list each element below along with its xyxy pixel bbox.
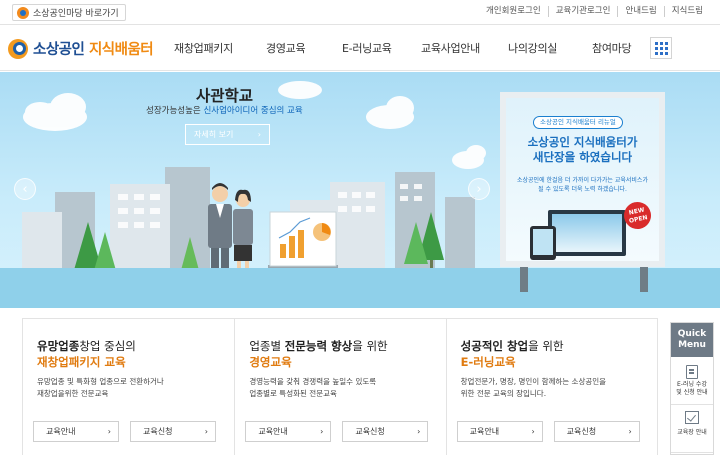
header: 소상공인 지식배움터 재창업패키지 경영교육 E-러닝교육 교육사업안내 나의강…	[0, 25, 720, 71]
chevron-right-icon: ›	[476, 181, 482, 197]
hero-detail-button[interactable]: 자세히 보기 ›	[185, 124, 270, 145]
elearning-apply-button[interactable]: 교육신청 ›	[553, 421, 640, 442]
hero-prev-button[interactable]: ‹	[14, 178, 36, 200]
sbiz-logo-icon	[17, 6, 29, 19]
guide-link[interactable]: 안내드림	[617, 6, 663, 17]
card-title: 성공적인 창업을 위한	[460, 339, 564, 353]
renewal-description: 소상공인에 한걸음 더 가까이 다가가는 교육서비스가 될 수 있도록 더욱 노…	[517, 177, 648, 193]
hero-banner: 사관학교 성장가능성높은 신사업아이디어 중심의 교육 자세히 보기 › ‹ ›…	[0, 72, 720, 308]
sbiz-mall-link[interactable]: 소상공인마당 바로가기	[12, 4, 126, 21]
restart-apply-button[interactable]: 교육신청 ›	[130, 421, 216, 442]
course-card-elearning: 성공적인 창업을 위한 E-러닝교육 창업전문가, 명장, 명인이 함께하는 소…	[445, 319, 657, 455]
mall-link-label: 소상공인마당 바로가기	[33, 9, 119, 19]
quick-menu: Quick Menu E-러닝 수강 및 신청 안내 교육장 안내	[670, 322, 714, 455]
management-info-button[interactable]: 교육안내 ›	[245, 421, 332, 442]
quick-elearning-guide[interactable]: E-러닝 수강 및 신청 안내	[671, 357, 713, 405]
chevron-right-icon: ›	[531, 427, 535, 436]
management-apply-button[interactable]: 교육신청 ›	[342, 421, 429, 442]
nav-item-restart-package[interactable]: 재창업패키지	[174, 40, 233, 56]
institution-login-link[interactable]: 교육기관로그인	[547, 6, 618, 17]
restart-info-button[interactable]: 교육안내 ›	[33, 421, 119, 442]
renewal-tag: 소상공인 지식배움터 리뉴얼	[533, 116, 623, 129]
logo-mark-icon	[8, 38, 28, 59]
chevron-right-icon: ›	[257, 130, 261, 139]
card-description: 창업전문가, 명장, 명인이 함께하는 소상공인을 위한 전문 교육의 장입니다…	[460, 377, 607, 398]
card-title: 유망업종창업 중심의	[37, 339, 136, 353]
chevron-right-icon: ›	[107, 427, 111, 436]
course-card-restart: 유망업종창업 중심의 재창업패키지 교육 유망업종 및 특화형 업종으로 전환하…	[23, 319, 234, 455]
chevron-right-icon: ›	[204, 427, 208, 436]
quick-venue-guide[interactable]: 교육장 안내	[671, 405, 713, 453]
chevron-left-icon: ‹	[22, 181, 28, 197]
new-open-badge: NEW OPEN	[621, 199, 654, 232]
all-menu-grid-icon[interactable]	[650, 37, 672, 59]
chevron-right-icon: ›	[320, 427, 324, 436]
hero-ground	[0, 268, 720, 308]
quick-menu-title: Quick Menu	[671, 323, 713, 357]
card-subtitle: E-러닝교육	[460, 355, 516, 369]
card-title: 업종별 전문능력 향상을 위한	[249, 339, 388, 353]
elearning-info-button[interactable]: 교육안내 ›	[456, 421, 543, 442]
card-description: 경영능력을 갖춰 경쟁력을 높일수 있도록 업종별로 특성화된 전문교육	[249, 377, 377, 398]
tablet-illustration	[530, 226, 556, 260]
card-subtitle: 경영교육	[249, 355, 292, 369]
checkbox-icon	[685, 411, 699, 424]
card-description: 유망업종 및 특화형 업종으로 전환하거나 재창업을위한 전문교육	[37, 377, 164, 398]
nav-item-edu-business[interactable]: 교육사업안내	[421, 40, 480, 56]
nav-item-elearning[interactable]: E-러닝교육	[342, 40, 392, 56]
chevron-right-icon: ›	[628, 427, 632, 436]
util-links: 개인회원로그인 교육기관로그인 안내드림 지식드림	[479, 6, 710, 17]
course-card-management: 업종별 전문능력 향상을 위한 경영교육 경영능력을 갖춰 경쟁력을 높일수 있…	[234, 319, 445, 455]
chevron-right-icon: ›	[417, 427, 421, 436]
hero-next-button[interactable]: ›	[468, 178, 490, 200]
site-logo[interactable]: 소상공인 지식배움터	[8, 38, 154, 59]
document-icon	[686, 365, 698, 379]
hero-subtitle: 성장가능성높은 신사업아이디어 중심의 교육	[146, 106, 303, 116]
hero-title: 사관학교	[196, 87, 254, 105]
course-cards: 유망업종창업 중심의 재창업패키지 교육 유망업종 및 특화형 업종으로 전환하…	[22, 318, 658, 455]
nav-item-my-classroom[interactable]: 나의강의실	[508, 40, 557, 56]
nav-item-participation[interactable]: 참여마당	[592, 40, 632, 56]
logo-text: 소상공인 지식배움터	[33, 42, 154, 58]
nav-item-management-edu[interactable]: 경영교육	[266, 40, 306, 56]
renewal-headline: 소상공인 지식배움터가 새단장을 하였습니다	[527, 135, 638, 164]
top-utility-bar: 소상공인마당 바로가기 개인회원로그인 교육기관로그인 안내드림 지식드림	[0, 0, 720, 25]
card-subtitle: 재창업패키지 교육	[37, 355, 126, 369]
monitor-illustration	[548, 210, 626, 256]
renewal-notice-board[interactable]: 소상공인 지식배움터 리뉴얼 소상공인 지식배움터가 새단장을 하였습니다 소상…	[500, 92, 665, 267]
hero-detail-label: 자세히 보기	[194, 130, 234, 139]
personal-login-link[interactable]: 개인회원로그인	[479, 6, 548, 17]
knowledge-link[interactable]: 지식드림	[663, 6, 710, 17]
